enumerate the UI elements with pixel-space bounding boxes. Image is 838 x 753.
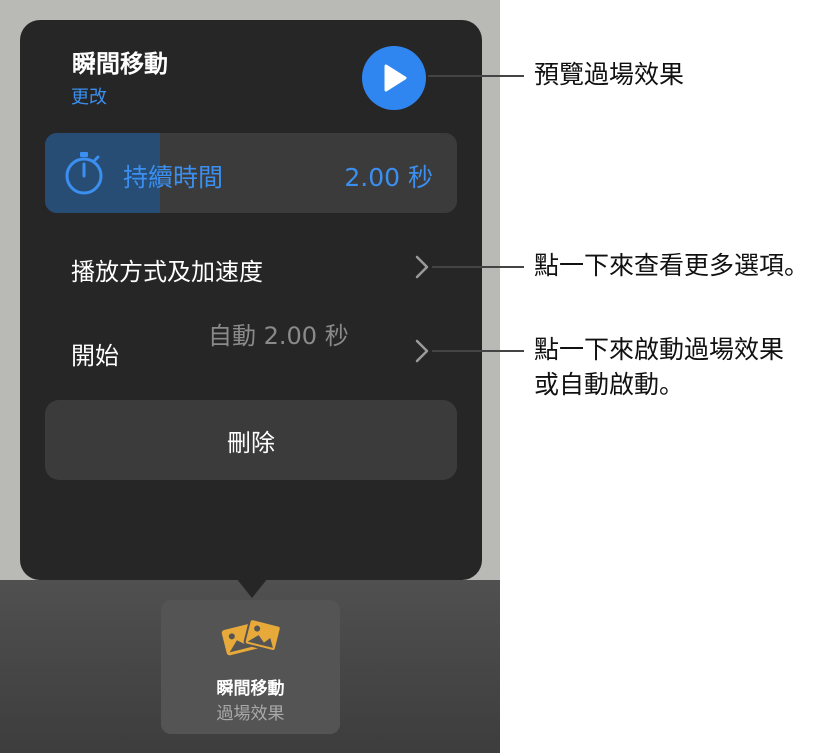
chevron-right-icon[interactable]: [414, 254, 430, 280]
transition-title: 瞬間移動: [72, 50, 168, 78]
callout-start-line1: 點一下來啟動過場效果: [534, 335, 785, 364]
play-icon: [384, 64, 407, 92]
callout-line-preview: [428, 75, 524, 77]
start-row[interactable]: 開始: [71, 336, 119, 371]
callout-more-options: 點一下來查看更多選項。: [534, 251, 810, 280]
callout-start-line2: 或自動啟動。: [534, 370, 685, 399]
transition-card-title: 瞬間移動: [216, 679, 285, 699]
callout-line-start: [432, 350, 524, 352]
start-value: 自動 2.00 秒: [208, 322, 349, 350]
chevron-right-icon[interactable]: [414, 338, 430, 364]
duration-slider[interactable]: 持續時間 2.00 秒: [45, 133, 457, 213]
change-transition-link[interactable]: 更改: [71, 83, 107, 109]
callout-line-more-options: [432, 266, 524, 268]
duration-value: 2.00 秒: [344, 163, 433, 192]
preview-play-button[interactable]: [362, 46, 426, 110]
duration-label: 持續時間: [123, 163, 224, 192]
delete-button[interactable]: 刪除: [45, 400, 457, 480]
transition-card-subtitle: 過場效果: [216, 704, 285, 724]
transition-card[interactable]: 瞬間移動 過場效果: [161, 600, 340, 734]
transition-photos-icon: [221, 618, 282, 656]
callout-preview: 預覽過場效果: [534, 60, 685, 89]
popover-arrow: [236, 578, 268, 598]
playback-acceleration-row[interactable]: 播放方式及加速度: [71, 252, 263, 287]
stopwatch-icon: [65, 152, 103, 195]
figure: 瞬間移動 更改 持續時間 2.00 秒 播放方式及加速度 開始 自動 2.00 …: [0, 0, 838, 753]
